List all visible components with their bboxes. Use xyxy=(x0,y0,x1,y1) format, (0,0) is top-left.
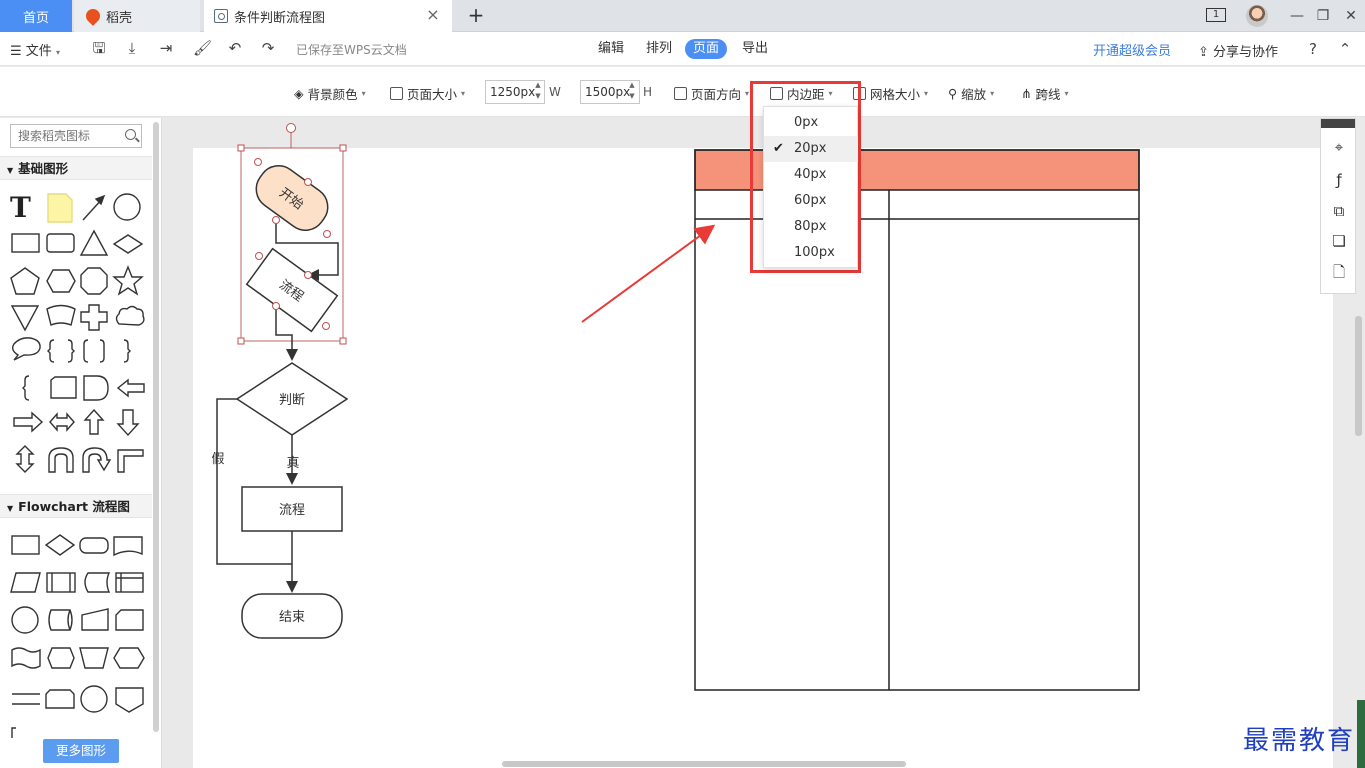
process-node-2[interactable]: 流程 xyxy=(241,486,343,532)
blank-page-icon[interactable]: 🗋 xyxy=(1329,262,1349,282)
app-window: 首页 稻壳 条件判断流程图 × + 1 — ❐ ✕ ☰ 文件 ▾ 🖫 ⤓ ⇥ 🖌… xyxy=(0,0,1365,768)
padding-option-0px[interactable]: 0px xyxy=(764,110,858,136)
pages-icon[interactable]: ❏ xyxy=(1329,231,1349,251)
right-toolbar-header xyxy=(1321,119,1355,128)
decision-node[interactable]: 判断 xyxy=(235,362,349,436)
crop-icon[interactable]: ⧉ xyxy=(1329,201,1349,221)
position-crosshair-icon[interactable]: ⌖ xyxy=(1329,137,1349,157)
horizontal-scrollbar[interactable] xyxy=(502,761,906,767)
padding-option-label: 60px xyxy=(794,193,827,208)
process-node-1[interactable]: 流程 xyxy=(245,247,339,333)
padding-option-label: 100px xyxy=(794,245,835,260)
diagram-svg: 开始 流程 判断 假 真 流程 结束 xyxy=(211,123,1140,691)
formula-icon[interactable]: ƒ xyxy=(1329,170,1349,190)
padding-option-40px[interactable]: 40px xyxy=(764,162,858,188)
side-widget-bar xyxy=(1357,700,1365,768)
padding-option-label: 20px xyxy=(794,141,827,156)
padding-dropdown: 0px ✔ 20px 40px 60px 80px 100px xyxy=(763,106,858,268)
decision-node-label: 判断 xyxy=(279,393,305,408)
end-node-label: 结束 xyxy=(279,610,305,625)
true-label: 真 xyxy=(286,456,299,471)
start-node[interactable]: 开始 xyxy=(248,158,335,238)
false-label: 假 xyxy=(211,452,224,467)
vertical-scrollbar[interactable] xyxy=(1355,316,1362,436)
end-node[interactable]: 结束 xyxy=(241,593,343,639)
padding-option-label: 0px xyxy=(794,115,819,130)
padding-option-60px[interactable]: 60px xyxy=(764,188,858,214)
process-node-2-label: 流程 xyxy=(279,503,305,518)
checkmark-icon: ✔ xyxy=(773,141,784,156)
right-toolbar: ⌖ ƒ ⧉ ❏ 🗋 xyxy=(1320,118,1356,294)
padding-option-label: 80px xyxy=(794,219,827,234)
annotation-arrow xyxy=(581,224,716,323)
watermark: 最需教育 xyxy=(1243,726,1356,756)
padding-option-100px[interactable]: 100px xyxy=(764,240,858,266)
padding-option-label: 40px xyxy=(794,167,827,182)
padding-option-20px[interactable]: ✔ 20px xyxy=(764,136,858,162)
padding-option-80px[interactable]: 80px xyxy=(764,214,858,240)
